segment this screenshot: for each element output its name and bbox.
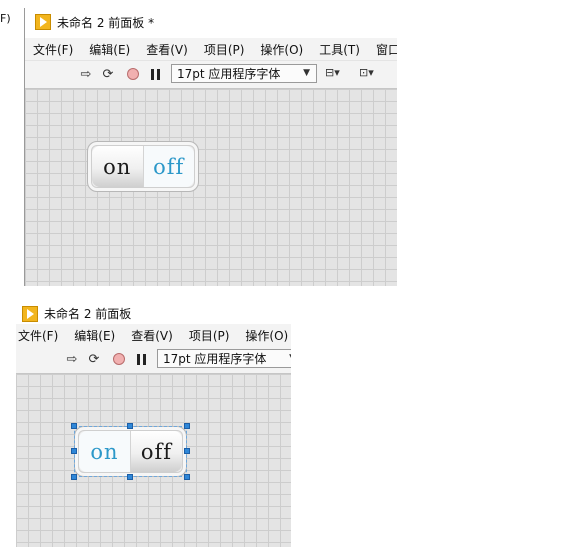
menu-file[interactable]: 文件(F) [25, 41, 81, 58]
run-arrow-icon[interactable]: ⇨ [64, 351, 80, 367]
title-bar-partial: 未命名 2 前面板 [16, 300, 291, 324]
title-bar: 未命名 2 前面板 * [25, 8, 397, 36]
distribute-objects-icon[interactable]: ⊡▾ [359, 66, 374, 79]
menu-window[interactable]: 窗口(W [368, 41, 397, 58]
pause-icon [150, 68, 160, 80]
pause-icon [136, 353, 146, 365]
run-arrow-icon[interactable]: ⇨ [78, 66, 94, 82]
menu-edit[interactable]: 编辑(E) [81, 41, 138, 58]
front-panel-canvas[interactable] [25, 89, 397, 286]
switch-on-label: on [79, 431, 130, 472]
labview-app-icon [35, 14, 51, 30]
window-title: 未命名 2 前面板 [44, 307, 132, 321]
resize-handle-bottom-middle[interactable] [127, 474, 133, 480]
switch-off-label: off [142, 146, 194, 187]
abort-icon [127, 68, 139, 80]
menu-view[interactable]: 查看(V) [138, 41, 196, 58]
font-selector-dropdown[interactable]: 17pt 应用程序字体 ▼ [171, 64, 317, 83]
menu-project[interactable]: 项目(P) [196, 41, 253, 58]
font-selector-dropdown[interactable]: 17pt 应用程序字体 ▼ [157, 349, 291, 368]
on-off-rocker-switch[interactable]: on off [87, 141, 199, 192]
abort-execution-button[interactable] [111, 351, 127, 367]
menu-bar: 文件(F) 编辑(E) 查看(V) 项目(P) 操作(O) 工具(T) 窗口(W [25, 38, 397, 61]
menu-operate[interactable]: 操作(O) [252, 41, 311, 58]
menu-project[interactable]: 项目(P) [181, 327, 238, 344]
abort-execution-button[interactable] [125, 66, 141, 82]
menu-tools[interactable]: 工具(T) [311, 41, 368, 58]
toolbar: ⇨ ⟳ 17pt 应用程序字体 ▼ [16, 346, 291, 374]
font-selector-value: 17pt 应用程序字体 [163, 352, 267, 366]
chevron-down-icon: ▼ [289, 353, 291, 363]
resize-handle-top-right[interactable] [184, 423, 190, 429]
resize-handle-bottom-left[interactable] [71, 474, 77, 480]
align-objects-icon[interactable]: ⊟▾ [325, 66, 340, 79]
resize-handle-bottom-right[interactable] [184, 474, 190, 480]
resize-handle-middle-left[interactable] [71, 448, 77, 454]
bottom-front-panel-window: 未命名 2 前面板 文件(F) 编辑(E) 查看(V) 项目(P) 操作(O) … [16, 300, 291, 547]
menu-edit[interactable]: 编辑(E) [66, 327, 123, 344]
run-continuously-icon[interactable]: ⟳ [86, 351, 102, 367]
resize-handle-middle-right[interactable] [184, 448, 190, 454]
switch-on-label: on [92, 146, 143, 187]
menu-file[interactable]: 文件(F) [16, 327, 66, 344]
resize-handle-top-middle[interactable] [127, 423, 133, 429]
pause-button[interactable] [147, 66, 163, 82]
menu-operate[interactable]: 操作(O) [237, 327, 291, 344]
abort-icon [113, 353, 125, 365]
window-title: 未命名 2 前面板 * [57, 15, 155, 30]
menu-view[interactable]: 查看(V) [123, 327, 181, 344]
menu-bar: 文件(F) 编辑(E) 查看(V) 项目(P) 操作(O) [16, 324, 291, 347]
font-selector-value: 17pt 应用程序字体 [177, 67, 281, 81]
top-front-panel-window: 未命名 2 前面板 * 文件(F) 编辑(E) 查看(V) 项目(P) 操作(O… [25, 8, 397, 286]
chevron-down-icon: ▼ [303, 68, 310, 78]
switch-off-label: off [130, 431, 182, 472]
pause-button[interactable] [133, 351, 149, 367]
on-off-rocker-switch[interactable]: on off [74, 426, 187, 477]
toolbar: ⇨ ⟳ 17pt 应用程序字体 ▼ ⊟▾ ⊡▾ [25, 61, 397, 89]
run-continuously-icon[interactable]: ⟳ [100, 66, 116, 82]
resize-handle-top-left[interactable] [71, 423, 77, 429]
window-edge-fragment: F) [0, 12, 11, 25]
labview-app-icon [22, 305, 38, 322]
